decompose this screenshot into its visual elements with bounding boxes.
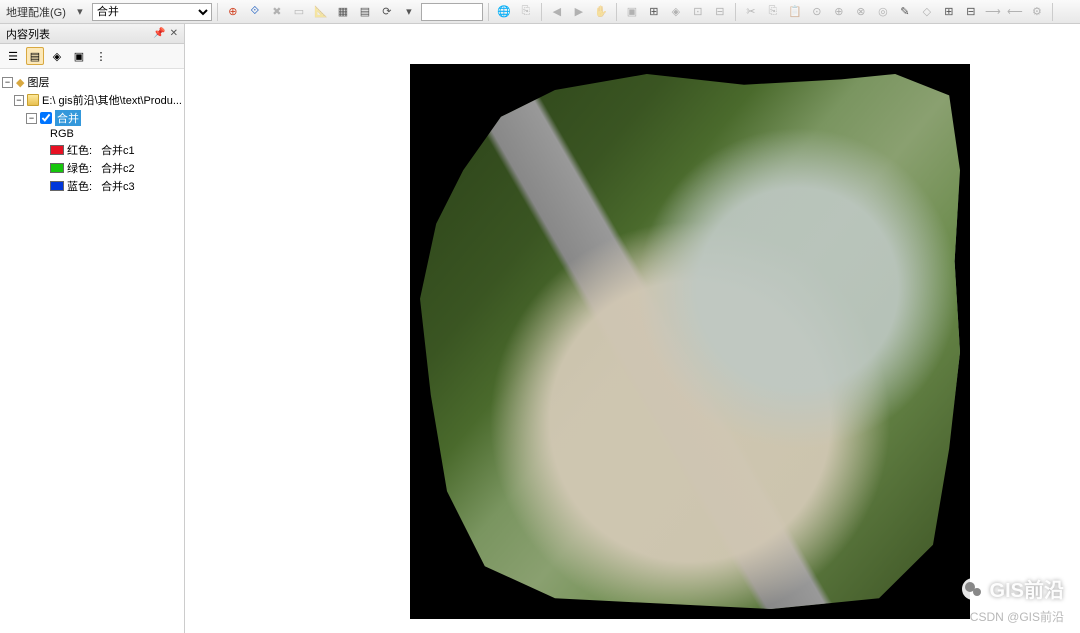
options-icon: ⚙ [1027, 2, 1047, 22]
aerial-imagery [420, 74, 960, 609]
main-area: 内容列表 📌 ✕ ☰ ▤ ◈ ▣ ⋮ − ◆ 图层 − E:\ gis前沿\其他… [0, 24, 1080, 633]
sketch-icon[interactable]: ⊞ [939, 2, 959, 22]
separator [1052, 3, 1053, 21]
copy-icon: ⎘ [763, 2, 783, 22]
georeference-toolbar: 地理配准(G) ▾ 合并 ⊕ ⟐ ✖ ▭ 📐 ▦ ▤ ⟳ ▾ 🌐 ⎘ ◀ ▶ ✋… [0, 0, 1080, 24]
pin-icon[interactable]: 📌 [153, 28, 165, 39]
layer-visibility-checkbox[interactable] [40, 112, 52, 124]
tree-root[interactable]: − ◆ 图层 [2, 73, 182, 91]
toc-title: 内容列表 [6, 26, 50, 42]
export-icon: ⎘ [516, 2, 536, 22]
tree-dataframe[interactable]: − E:\ gis前沿\其他\text\Produ... [2, 91, 182, 109]
tree-layer[interactable]: − 合并 [2, 109, 182, 127]
layer-name[interactable]: 合并 [55, 110, 81, 126]
band-value: 合并c3 [101, 178, 135, 194]
layers-icon: ◆ [16, 76, 24, 89]
add-control-point-icon[interactable]: ⊕ [223, 2, 243, 22]
composite-label: RGB [50, 128, 74, 140]
list-by-source-icon[interactable]: ▤ [26, 47, 44, 65]
trace-icon[interactable]: ⊟ [961, 2, 981, 22]
band-label: 红色: [67, 142, 92, 158]
globe-icon[interactable]: 🌐 [494, 2, 514, 22]
rotation-input[interactable] [421, 3, 483, 21]
band-label: 绿色: [67, 160, 92, 176]
blue-swatch-icon [50, 181, 64, 191]
collapse-icon[interactable]: − [2, 77, 13, 88]
watermark-wechat: GIS前沿 [962, 574, 1064, 603]
folder-icon [27, 94, 39, 106]
snap-3-icon: ⊗ [851, 2, 871, 22]
delete-link-icon: ✖ [267, 2, 287, 22]
band-row-green: 绿色: 合并c2 [2, 159, 182, 177]
tool-5-icon: ⊟ [710, 2, 730, 22]
vertex-icon: ◇ [917, 2, 937, 22]
dropdown-icon[interactable]: ▾ [70, 2, 90, 22]
watermark-csdn: CSDN @GIS前沿 [970, 608, 1064, 625]
layer-tree: − ◆ 图层 − E:\ gis前沿\其他\text\Produ... − 合并… [0, 69, 184, 633]
raster-extent [410, 64, 970, 619]
tool-4-icon: ⊡ [688, 2, 708, 22]
root-label: 图层 [27, 74, 49, 90]
collapse-icon[interactable]: − [26, 113, 37, 124]
tool-3-icon: ◈ [666, 2, 686, 22]
toc-panel: 内容列表 📌 ✕ ☰ ▤ ◈ ▣ ⋮ − ◆ 图层 − E:\ gis前沿\其他… [0, 24, 185, 633]
georeference-label[interactable]: 地理配准(G) [4, 4, 68, 20]
measure-icon: 📐 [311, 2, 331, 22]
collapse-icon[interactable]: − [14, 95, 24, 106]
separator [616, 3, 617, 21]
rotate-dropdown-icon[interactable]: ▾ [399, 2, 419, 22]
list-by-drawing-order-icon[interactable]: ☰ [4, 47, 22, 65]
options-icon[interactable]: ⋮ [92, 47, 110, 65]
extend-icon: ⟶ [983, 2, 1003, 22]
list-by-selection-icon[interactable]: ▣ [70, 47, 88, 65]
list-by-visibility-icon[interactable]: ◈ [48, 47, 66, 65]
trim-icon: ⟵ [1005, 2, 1025, 22]
red-swatch-icon [50, 145, 64, 155]
prev-icon: ◀ [547, 2, 567, 22]
paste-icon: 📋 [785, 2, 805, 22]
band-value: 合并c1 [101, 142, 135, 158]
snap-2-icon: ⊕ [829, 2, 849, 22]
toc-toolbar: ☰ ▤ ◈ ▣ ⋮ [0, 44, 184, 69]
layer-select[interactable]: 合并 [92, 3, 212, 21]
dataframe-path: E:\ gis前沿\其他\text\Produ... [42, 92, 182, 108]
separator [735, 3, 736, 21]
band-row-red: 红色: 合并c1 [2, 141, 182, 159]
band-value: 合并c2 [101, 160, 135, 176]
separator [217, 3, 218, 21]
separator [541, 3, 542, 21]
next-icon: ▶ [569, 2, 589, 22]
close-icon[interactable]: ✕ [170, 28, 178, 39]
auto-link-icon[interactable]: ⟐ [245, 2, 265, 22]
tool-2-icon[interactable]: ⊞ [644, 2, 664, 22]
edit-tool-icon[interactable]: ✎ [895, 2, 915, 22]
select-link-icon: ▭ [289, 2, 309, 22]
tree-composite: RGB [2, 127, 182, 141]
band-label: 蓝色: [67, 178, 92, 194]
pan-icon: ✋ [591, 2, 611, 22]
wechat-icon [962, 578, 984, 600]
snap-1-icon: ⊙ [807, 2, 827, 22]
snap-4-icon: ◎ [873, 2, 893, 22]
band-row-blue: 蓝色: 合并c3 [2, 177, 182, 195]
map-view[interactable] [185, 24, 1080, 633]
watermark-wechat-text: GIS前沿 [990, 574, 1064, 603]
tool-1-icon: ▣ [622, 2, 642, 22]
link-table-icon[interactable]: ▦ [333, 2, 353, 22]
toc-header: 内容列表 📌 ✕ [0, 24, 184, 44]
separator [488, 3, 489, 21]
refresh-icon[interactable]: ⟳ [377, 2, 397, 22]
view-link-icon[interactable]: ▤ [355, 2, 375, 22]
green-swatch-icon [50, 163, 64, 173]
cut-icon: ✂ [741, 2, 761, 22]
